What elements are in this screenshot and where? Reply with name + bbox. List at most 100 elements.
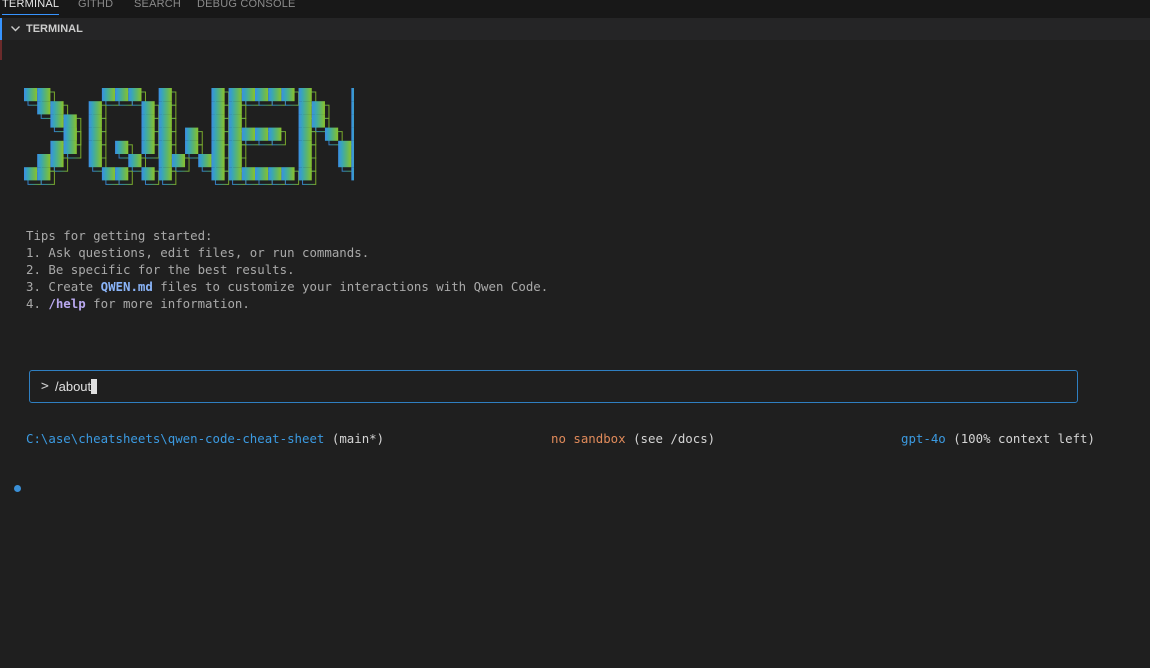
logo-pixel (311, 114, 325, 128)
logo-pixel (101, 88, 116, 102)
tip-4-post: for more information. (85, 296, 250, 311)
logo-pixel (241, 167, 255, 181)
prompt-input-value: /about (55, 379, 92, 394)
logo-pixel (141, 167, 155, 181)
help-command: /help (48, 296, 86, 311)
sandbox-hint: (see /docs) (633, 431, 716, 446)
logo-pixel (351, 140, 365, 154)
logo-pixel (158, 167, 172, 181)
sandbox-status: no sandbox (551, 431, 626, 446)
focus-indicator (0, 18, 2, 40)
logo-pixel (141, 127, 155, 141)
logo-pixel (115, 140, 129, 154)
logo-pixel (88, 101, 102, 115)
tab-debug-console[interactable]: DEBUG CONSOLE (197, 0, 296, 14)
logo-pixel (128, 154, 142, 168)
tip-2: 2. Be specific for the best results. (26, 262, 295, 277)
logo-pixel (211, 88, 225, 102)
logo-pixel (88, 140, 102, 154)
tab-githd[interactable]: GITHD (78, 0, 113, 14)
logo-pixel (228, 114, 242, 128)
logo-pixel (241, 127, 255, 141)
tip-1: 1. Ask questions, edit files, or run com… (26, 245, 370, 260)
logo-pixel (298, 88, 312, 102)
logo-pixel (324, 127, 339, 141)
prompt-input[interactable]: /about (55, 379, 98, 394)
logo-pixel (338, 154, 352, 168)
qwen-logo-art (24, 88, 370, 185)
text-cursor (91, 379, 98, 394)
logo-pixel (351, 154, 365, 168)
logo-pixel (171, 154, 186, 168)
logo-pixel (211, 140, 225, 154)
logo-pixel (50, 140, 64, 154)
tip-4-pre: 4. (26, 296, 49, 311)
logo-pixel (228, 154, 242, 168)
logo-pixel (351, 101, 365, 115)
logo-pixel (101, 167, 116, 181)
tip-3: 3. Create QWEN.md files to customize you… (26, 278, 548, 295)
tab-search[interactable]: SEARCH (134, 0, 181, 14)
logo-pixel (255, 88, 269, 102)
logo-pixel (63, 114, 77, 128)
logo-pixel (115, 167, 129, 181)
logo-pixel (268, 88, 282, 102)
logo-pixel (158, 114, 172, 128)
logo-pixel (37, 154, 51, 168)
tip-3-post: files to customize your interactions wit… (152, 279, 549, 294)
logo-pixel (268, 167, 282, 181)
logo-pixel (37, 101, 51, 115)
logo-pixel (24, 88, 38, 102)
prompt-input-box[interactable]: > /about (29, 370, 1078, 403)
logo-pixel (37, 167, 51, 181)
logo-pixel (351, 114, 365, 128)
status-sandbox-group: no sandbox (see /docs) (551, 431, 715, 446)
logo-pixel (228, 140, 242, 154)
logo-pixel (211, 154, 225, 168)
logo-pixel (185, 140, 199, 154)
terminal-panel-header[interactable]: TERMINAL (0, 18, 1150, 40)
tips-block: Tips for getting started: 1. Ask question… (26, 227, 548, 312)
logo-pixel (88, 127, 102, 141)
logo-pixel (298, 114, 312, 128)
model-name: gpt-4o (901, 431, 946, 446)
logo-pixel (37, 88, 51, 102)
logo-pixel (211, 167, 225, 181)
logo-pixel (50, 154, 64, 168)
qwen-md-filename: QWEN.md (100, 279, 153, 294)
logo-pixel (268, 127, 282, 141)
logo-pixel (298, 154, 312, 168)
git-branch: (main*) (331, 431, 385, 446)
logo-pixel (281, 88, 295, 102)
logo-pixel (88, 154, 102, 168)
logo-pixel (141, 140, 155, 154)
logo-pixel (311, 101, 325, 115)
logo-pixel (158, 127, 172, 141)
logo-pixel (351, 167, 365, 181)
logo-pixel (63, 127, 77, 141)
chevron-down-icon[interactable] (10, 23, 21, 34)
error-marker (0, 40, 2, 60)
logo-pixel (50, 101, 64, 115)
status-path-group: C:\ase\cheatsheets\qwen-code-cheat-sheet… (26, 431, 384, 446)
logo-pixel (115, 88, 129, 102)
logo-pixel (211, 114, 225, 128)
logo-pixel (198, 154, 212, 168)
tab-terminal[interactable]: TERMINAL (2, 0, 60, 15)
logo-pixel (88, 114, 102, 128)
logo-pixel (141, 114, 155, 128)
logo-pixel (128, 88, 142, 102)
logo-pixel (255, 167, 269, 181)
logo-pixel (228, 167, 242, 181)
tips-heading: Tips for getting started: (26, 228, 213, 243)
qwen-logo (24, 88, 370, 192)
logo-pixel (158, 88, 172, 102)
logo-pixel (241, 88, 255, 102)
logo-pixel (298, 127, 312, 141)
logo-pixel (50, 114, 64, 128)
logo-pixel (298, 167, 312, 181)
logo-pixel (298, 140, 312, 154)
logo-pixel (228, 127, 242, 141)
context-left: (100% context left) (953, 431, 1095, 446)
status-model-group: gpt-4o (100% context left) (901, 431, 1095, 446)
